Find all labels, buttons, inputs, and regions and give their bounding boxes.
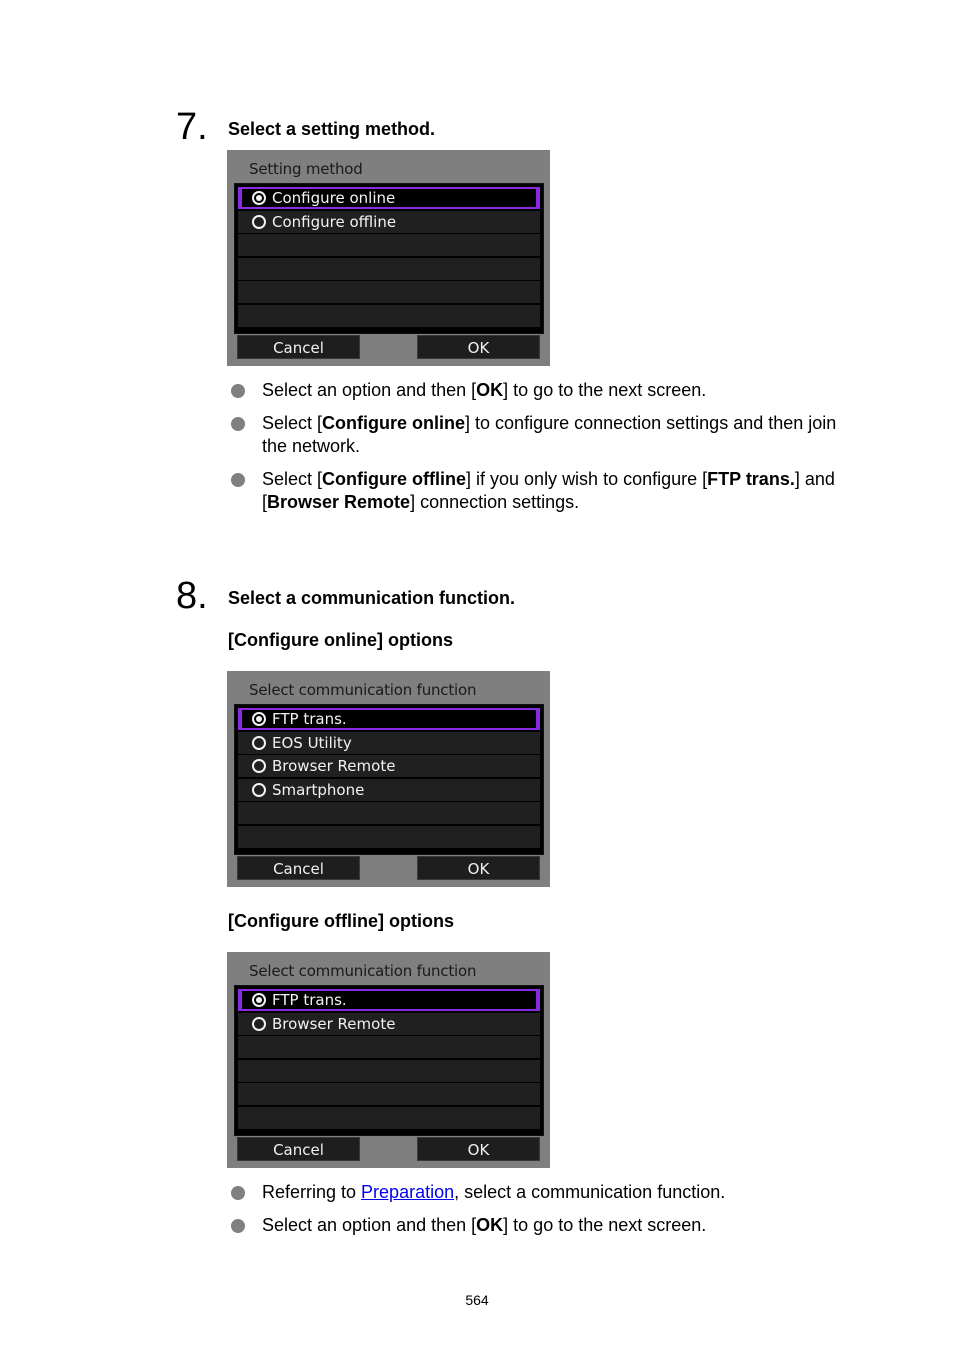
ok-button[interactable]: OK (417, 856, 540, 880)
bullet-item: Select an option and then [OK] to go to … (228, 1214, 848, 1237)
option-row[interactable]: EOS Utility (238, 731, 540, 754)
preparation-link[interactable]: Preparation (361, 1182, 454, 1202)
option-row[interactable]: Smartphone (238, 778, 540, 801)
radio-unselected-icon (252, 735, 266, 750)
option-label: FTP trans. (272, 991, 347, 1009)
bullet-dot-icon (231, 417, 245, 431)
option-label: FTP trans. (272, 710, 347, 728)
option-label: Smartphone (272, 780, 365, 799)
bullet-text: ] if you only wish to configure [ (466, 469, 708, 489)
radio-unselected-icon (252, 759, 266, 773)
bullet-item: Select an option and then [OK] to go to … (228, 379, 848, 402)
screen-title: Select communication function (249, 962, 477, 980)
screen-title: Select communication function (249, 681, 477, 699)
offline-communication-function-screen: Select communication function FTP trans. B… (227, 952, 550, 1168)
option-row[interactable]: FTP trans. (238, 708, 540, 730)
option-row[interactable]: Configure offline (238, 210, 540, 233)
option-row[interactable]: Browser Remote (238, 755, 540, 777)
option-row[interactable]: Browser Remote (238, 1012, 540, 1035)
bold-term: OK (476, 380, 504, 400)
bullet-text: Referring to (262, 1182, 362, 1202)
radio-selected-icon (252, 191, 266, 205)
step-7-bullets: Select an option and then [OK] to go to … (228, 379, 848, 524)
option-label: Browser Remote (272, 757, 396, 775)
empty-row (238, 1106, 540, 1129)
step-8-number: 8. (176, 575, 208, 617)
bullet-dot-icon (231, 384, 245, 398)
option-row[interactable]: FTP trans. (238, 989, 540, 1011)
option-list: FTP trans. Browser Remote (234, 985, 544, 1136)
bullet-dot-icon (231, 473, 245, 487)
bold-term: FTP trans. (707, 469, 795, 489)
bullet-dot-icon (231, 1186, 245, 1200)
setting-method-screen: Setting method Configure online Configure … (227, 150, 550, 366)
bullet-text: Select an option and then [ (262, 380, 477, 400)
option-label: Browser Remote (272, 1014, 396, 1033)
empty-row (238, 234, 540, 256)
option-label: EOS Utility (272, 733, 352, 752)
empty-row (238, 281, 540, 303)
bullet-text: Select an option and then [ (262, 1215, 477, 1235)
option-row[interactable]: Configure online (238, 187, 540, 209)
radio-unselected-icon (252, 214, 266, 229)
cancel-button[interactable]: Cancel (237, 856, 360, 880)
empty-row (238, 1036, 540, 1058)
bullet-text: ] to go to the next screen. (503, 1215, 707, 1235)
bullet-text: Select [ (262, 469, 323, 489)
cancel-button[interactable]: Cancel (237, 335, 360, 359)
bullet-text: , select a communication function. (454, 1182, 726, 1202)
empty-row (238, 1059, 540, 1082)
page-number: 564 (465, 1292, 489, 1308)
bold-term: Configure offline (322, 469, 467, 489)
bullet-text: Select [ (262, 413, 323, 433)
step-7-number: 7. (176, 106, 208, 148)
option-list: FTP trans. EOS Utility Browser Remote Smart… (234, 704, 544, 855)
bold-term: OK (476, 1215, 504, 1235)
bold-term: Configure online (322, 413, 466, 433)
empty-row (238, 304, 540, 327)
bullet-item: Select [Configure online] to configure c… (228, 412, 848, 458)
screen-title: Setting method (249, 160, 363, 178)
step-8-bullets: Referring to Preparation, select a commu… (228, 1181, 848, 1247)
radio-selected-icon (252, 712, 266, 726)
ok-button[interactable]: OK (417, 335, 540, 359)
radio-unselected-icon (252, 1016, 266, 1031)
cancel-button[interactable]: Cancel (237, 1137, 360, 1161)
bullet-item: Referring to Preparation, select a commu… (228, 1181, 848, 1204)
offline-options-heading: [Configure offline] options (228, 911, 454, 931)
option-label: Configure online (272, 189, 396, 207)
empty-row (238, 825, 540, 848)
bold-term: Browser Remote (267, 492, 411, 512)
radio-unselected-icon (252, 782, 266, 797)
online-communication-function-screen: Select communication function FTP trans. E… (227, 671, 550, 887)
step-8-title: Select a communication function. (228, 588, 516, 608)
ok-button[interactable]: OK (417, 1137, 540, 1161)
empty-row (238, 802, 540, 824)
bullet-text: ] connection settings. (410, 492, 580, 512)
empty-row (238, 1083, 540, 1105)
option-list: Configure online Configure offline (234, 183, 544, 334)
step-7-title: Select a setting method. (228, 119, 436, 139)
bullet-dot-icon (231, 1219, 245, 1233)
online-options-heading: [Configure online] options (228, 630, 453, 650)
empty-row (238, 257, 540, 280)
bullet-item: Select [Configure offline] if you only w… (228, 468, 848, 514)
option-label: Configure offline (272, 212, 397, 231)
radio-selected-icon (252, 993, 266, 1007)
bullet-text: ] to go to the next screen. (503, 380, 707, 400)
